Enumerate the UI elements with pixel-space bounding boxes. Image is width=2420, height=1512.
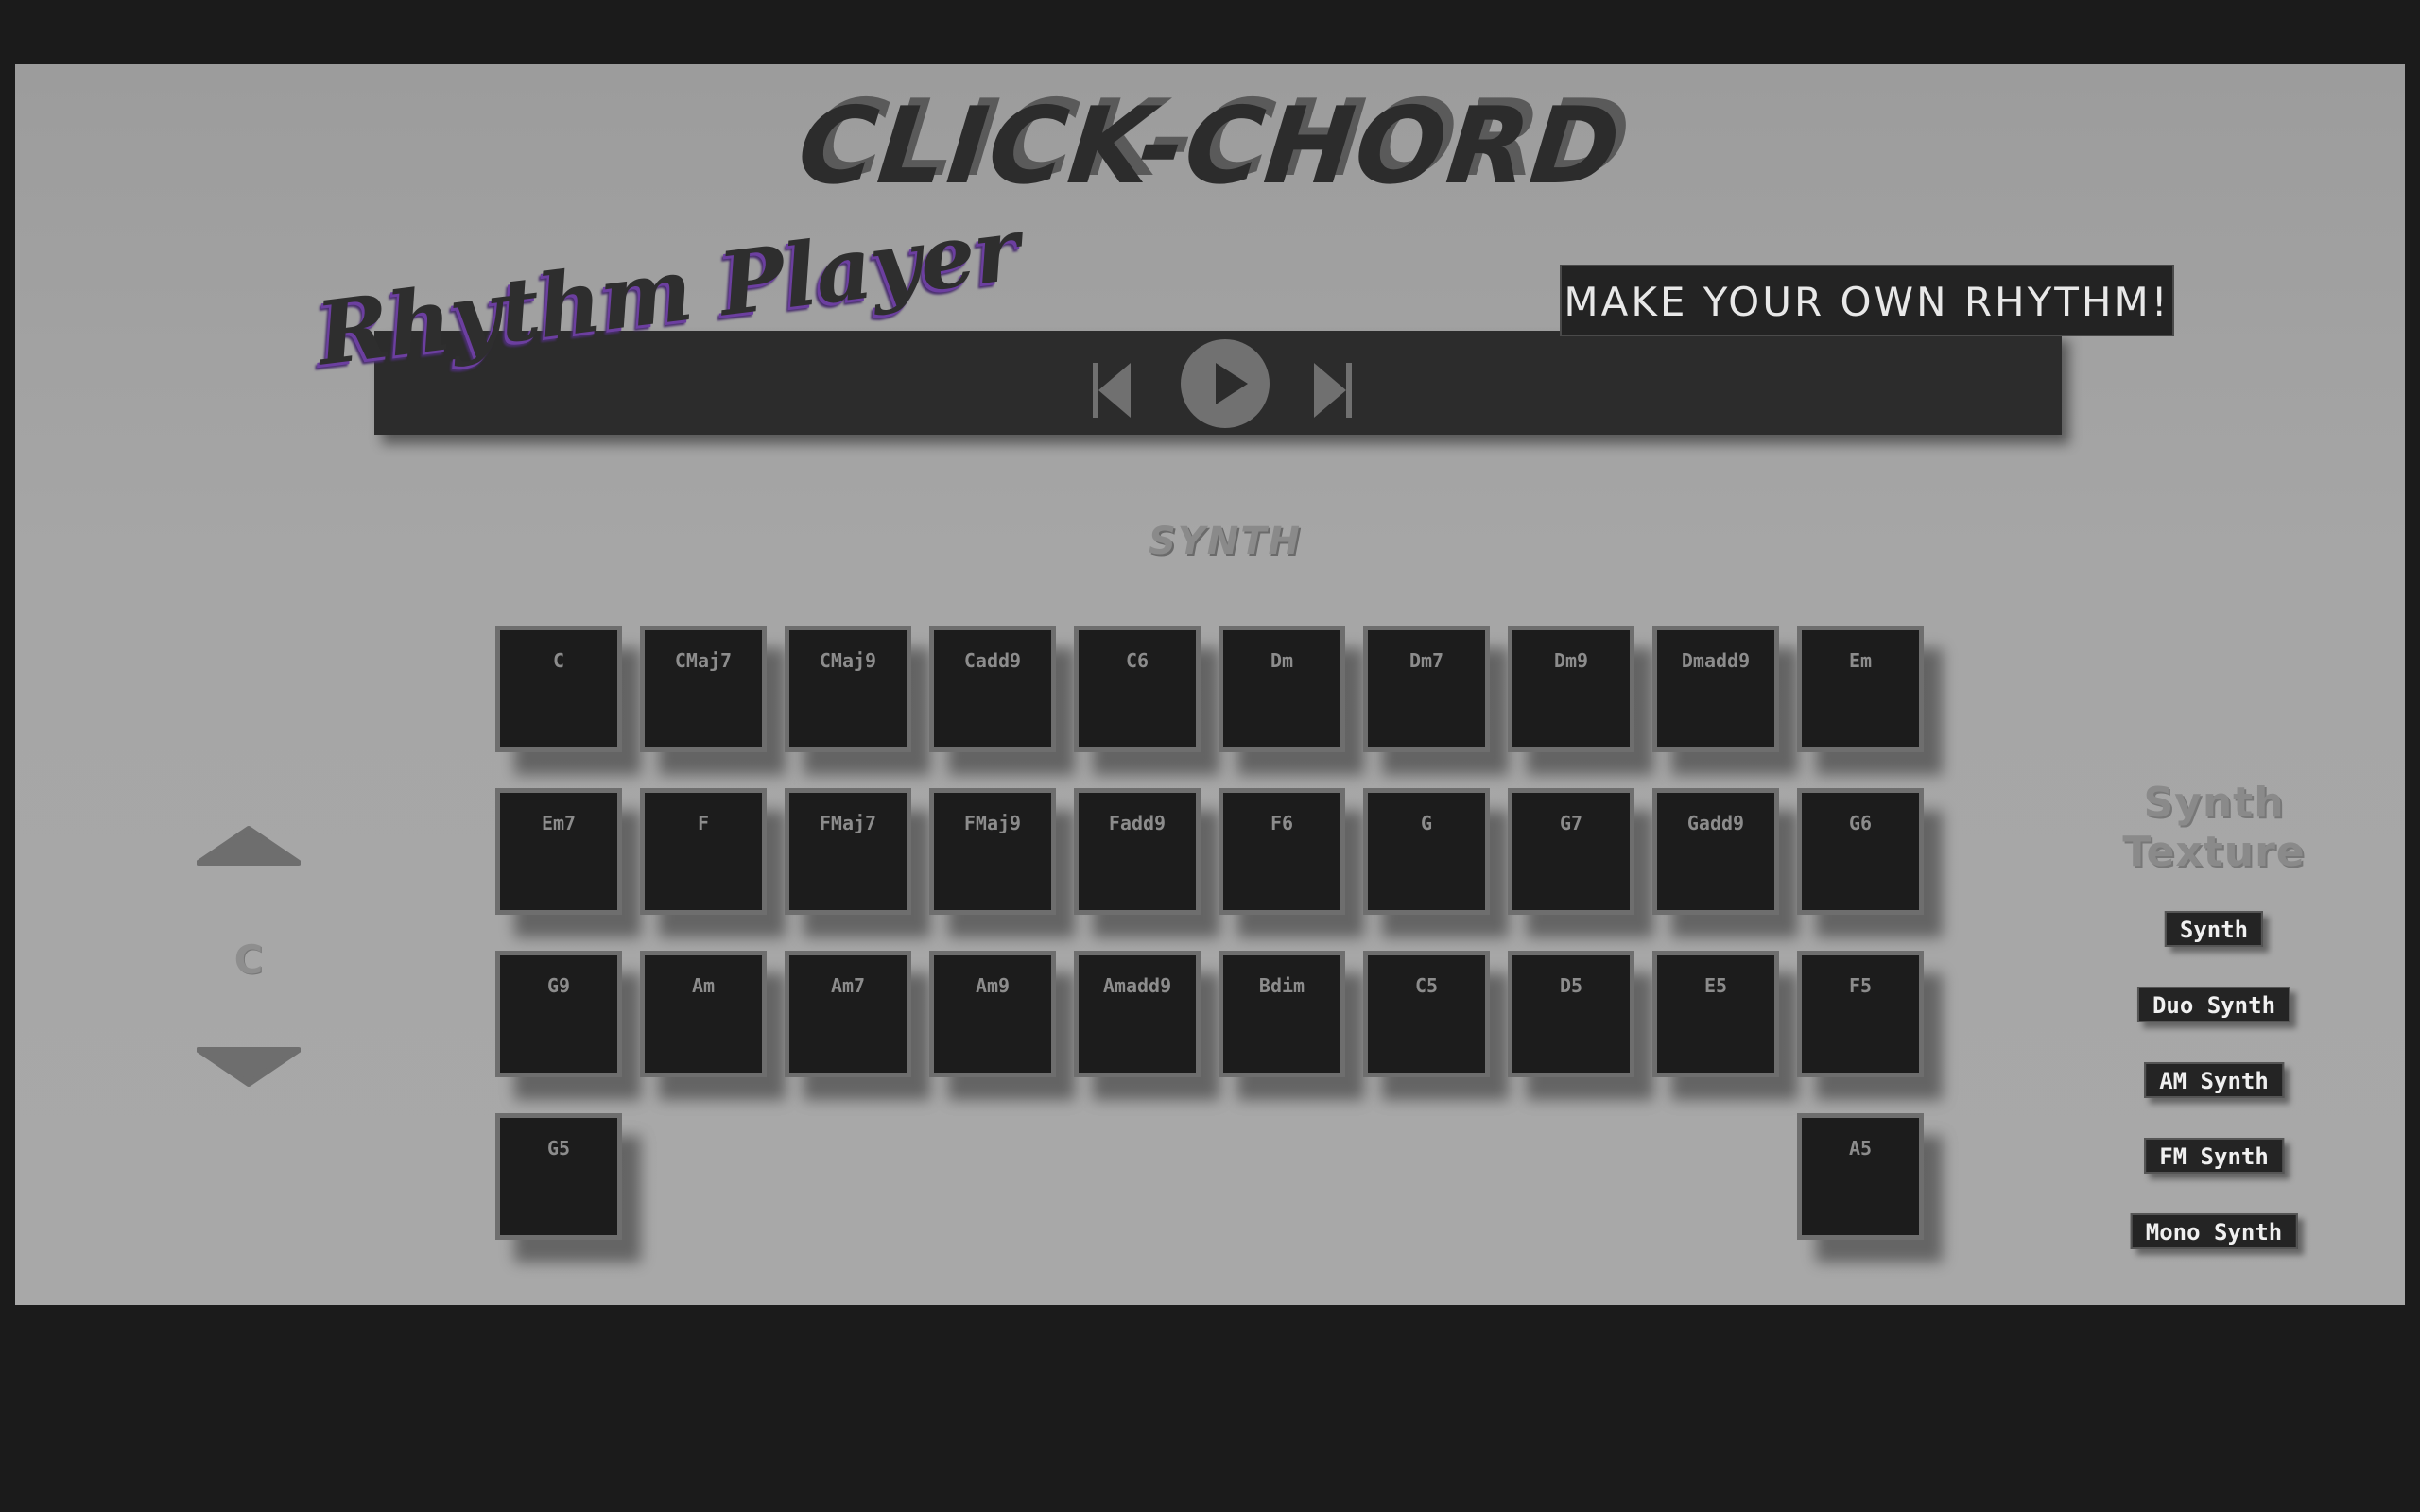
chord-button[interactable]: FMaj7 <box>785 788 911 915</box>
app-panel: CLICK-CHORD Rhythm Player MAKE YOUR OWN … <box>15 64 2405 1305</box>
chord-label: Fadd9 <box>1108 812 1167 834</box>
texture-duo-synth-button[interactable]: Duo Synth <box>2136 987 2291 1022</box>
chord-button[interactable]: A5 <box>1797 1113 1924 1240</box>
chord-label: F <box>697 812 710 834</box>
chord-button[interactable]: G7 <box>1508 788 1634 915</box>
synth-texture-title-line1: Synth <box>2143 779 2285 827</box>
chord-grid: C CMaj7 CMaj9 Cadd9 C6 Dm Dm7 Dm9 Dmadd9 Em Em7 F FM… <box>495 626 1951 1249</box>
chord-label: Cadd9 <box>963 649 1022 672</box>
chord-label: G6 <box>1848 812 1873 834</box>
chord-button[interactable]: C6 <box>1074 626 1201 752</box>
chord-button[interactable]: Dm9 <box>1508 626 1634 752</box>
chord-button[interactable]: Bdim <box>1219 951 1345 1077</box>
chord-button[interactable]: CMaj7 <box>640 626 767 752</box>
chord-label: G9 <box>546 974 571 997</box>
chord-button[interactable]: F5 <box>1797 951 1924 1077</box>
chord-button[interactable]: FMaj9 <box>929 788 1056 915</box>
chord-label: Em <box>1848 649 1873 672</box>
chord-label: Dm <box>1270 649 1294 672</box>
texture-synth-button[interactable]: Synth <box>2164 911 2264 947</box>
chord-label: Em7 <box>541 812 577 834</box>
chord-label: Dmadd9 <box>1681 649 1751 672</box>
chord-label: F5 <box>1848 974 1873 997</box>
chord-label: Dm7 <box>1409 649 1444 672</box>
synth-texture-panel: Synth Texture Synth Duo Synth AM Synth F… <box>2082 716 2346 1302</box>
app-title: CLICK-CHORD <box>792 85 1628 208</box>
arrow-up-icon <box>196 826 302 866</box>
chord-button[interactable]: C <box>495 626 622 752</box>
skip-back-icon <box>1093 363 1131 418</box>
chord-label: G5 <box>546 1137 571 1160</box>
chord-button[interactable]: Am9 <box>929 951 1056 1077</box>
texture-am-synth-button[interactable]: AM Synth <box>2144 1062 2284 1098</box>
chord-label: Amadd9 <box>1102 974 1172 997</box>
chord-label: Am9 <box>975 974 1011 997</box>
chord-label: Am7 <box>830 974 866 997</box>
skip-forward-button[interactable] <box>1314 363 1352 418</box>
chord-label: FMaj7 <box>819 812 877 834</box>
chord-button[interactable]: Amadd9 <box>1074 951 1201 1077</box>
synth-texture-title-line2: Texture <box>2122 828 2306 876</box>
chord-button[interactable]: F6 <box>1219 788 1345 915</box>
chord-button[interactable]: G9 <box>495 951 622 1077</box>
chord-button[interactable]: G5 <box>495 1113 622 1240</box>
chord-button[interactable]: G6 <box>1797 788 1924 915</box>
chord-button[interactable]: Dmadd9 <box>1652 626 1779 752</box>
chord-label: Bdim <box>1258 974 1305 997</box>
key-down-button[interactable] <box>196 1044 302 1088</box>
chord-label: Dm9 <box>1553 649 1589 672</box>
texture-fm-synth-button[interactable]: FM Synth <box>2144 1138 2284 1174</box>
chord-button[interactable]: Fadd9 <box>1074 788 1201 915</box>
chord-label: F6 <box>1270 812 1294 834</box>
key-up-button[interactable] <box>196 825 302 868</box>
chord-label: FMaj9 <box>963 812 1022 834</box>
key-selector: C <box>187 825 310 1108</box>
chord-label: D5 <box>1559 974 1583 997</box>
chord-label: A5 <box>1848 1137 1873 1160</box>
current-key: C <box>233 936 264 983</box>
play-icon <box>1181 339 1270 428</box>
chord-label: CMaj9 <box>819 649 877 672</box>
chord-button[interactable]: D5 <box>1508 951 1634 1077</box>
chord-button[interactable]: Dm7 <box>1363 626 1490 752</box>
player-controls <box>1080 338 1354 429</box>
chord-label: CMaj7 <box>674 649 733 672</box>
chord-button[interactable]: F <box>640 788 767 915</box>
section-title: SYNTH <box>1148 520 1302 563</box>
chord-label: C6 <box>1125 649 1150 672</box>
synth-texture-title: Synth Texture <box>2082 779 2346 877</box>
skip-forward-icon <box>1314 363 1352 418</box>
chord-label: Gadd9 <box>1686 812 1745 834</box>
chord-button[interactable]: Am <box>640 951 767 1077</box>
chord-button[interactable]: CMaj9 <box>785 626 911 752</box>
chord-label: C5 <box>1414 974 1439 997</box>
chord-label: Am <box>691 974 716 997</box>
tagline: MAKE YOUR OWN RHYTHM! <box>1560 265 2174 336</box>
play-button[interactable] <box>1180 338 1270 429</box>
arrow-down-icon <box>196 1047 302 1087</box>
chord-button[interactable]: Gadd9 <box>1652 788 1779 915</box>
chord-button[interactable]: G <box>1363 788 1490 915</box>
chord-button[interactable]: Am7 <box>785 951 911 1077</box>
chord-button[interactable]: Cadd9 <box>929 626 1056 752</box>
chord-button[interactable]: Dm <box>1219 626 1345 752</box>
chord-button[interactable]: Em <box>1797 626 1924 752</box>
chord-button[interactable]: Em7 <box>495 788 622 915</box>
skip-back-button[interactable] <box>1093 363 1131 418</box>
chord-label: C <box>552 649 565 672</box>
chord-button[interactable]: E5 <box>1652 951 1779 1077</box>
chord-button[interactable]: C5 <box>1363 951 1490 1077</box>
chord-label: E5 <box>1703 974 1728 997</box>
texture-mono-synth-button[interactable]: Mono Synth <box>2130 1213 2298 1249</box>
chord-label: G <box>1420 812 1433 834</box>
chord-label: G7 <box>1559 812 1583 834</box>
